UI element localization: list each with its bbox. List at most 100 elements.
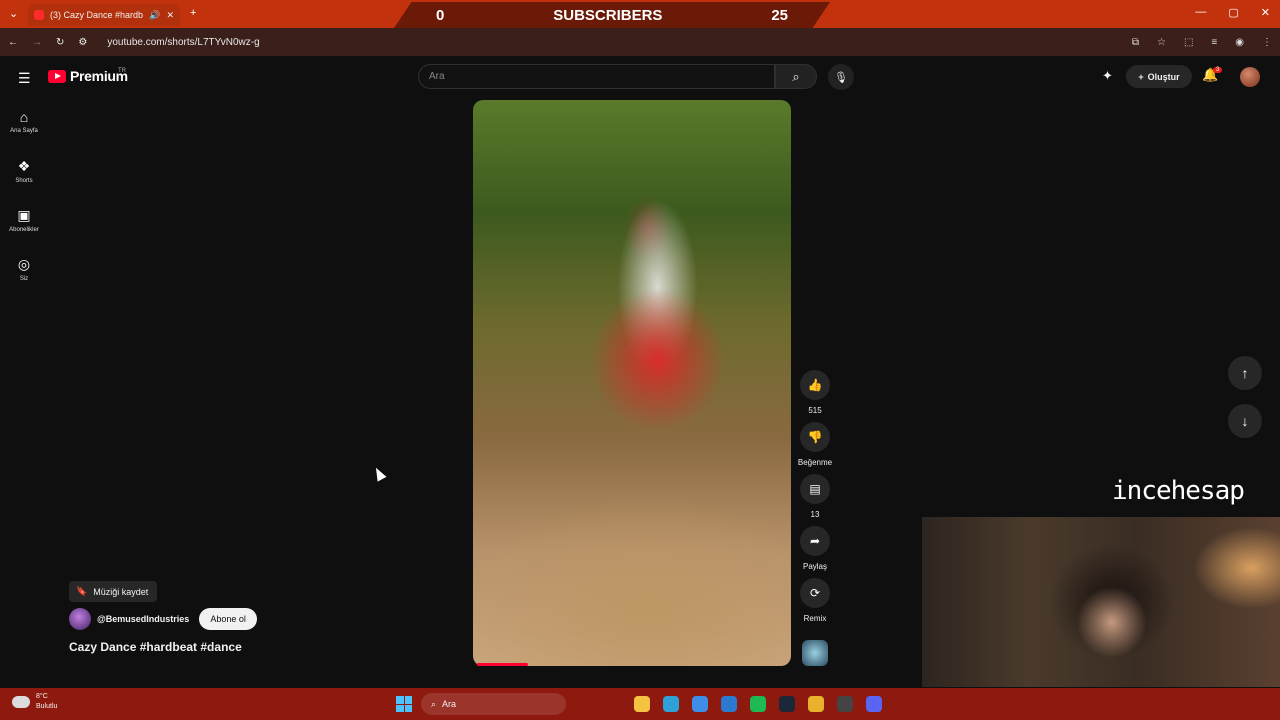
cloud-icon (12, 696, 30, 708)
sidebar-item-label: Siz (19, 276, 29, 282)
store-icon[interactable] (692, 696, 708, 712)
video-title: Cazy Dance #hardbeat #dance (69, 640, 242, 654)
youtube-premium-logo[interactable]: Premium (48, 68, 128, 84)
sidebar-item-subscriptions[interactable]: ▣ Abonelikler (0, 207, 48, 233)
webcam-overlay (922, 517, 1280, 687)
remix-action[interactable]: ⟳ Remix (798, 578, 832, 623)
tab-search-icon[interactable]: ⌄ (9, 7, 18, 20)
new-tab-icon[interactable]: + (190, 7, 196, 19)
like-action[interactable]: 👍 515 (798, 370, 832, 415)
address-bar: ← → ↻ ⚙ youtube.com/shorts/L7TYvN0wz-g ⧉… (0, 28, 1280, 56)
steam-icon[interactable] (779, 696, 795, 712)
sidebar-item-home[interactable]: ⌂ Ana Sayfa (0, 109, 48, 134)
url-field[interactable]: youtube.com/shorts/L7TYvN0wz-g (107, 37, 259, 48)
search-input[interactable]: Ara (418, 64, 775, 89)
minimize-icon[interactable]: — (1195, 6, 1206, 19)
channel-avatar[interactable] (69, 608, 91, 630)
arrow-up-icon: ↑ (1241, 365, 1249, 381)
file-explorer-icon[interactable] (634, 696, 650, 712)
share-icon: ➦ (809, 534, 821, 548)
obs-icon[interactable] (837, 696, 853, 712)
overlay-label: SUBSCRIBERS (553, 6, 663, 24)
create-button[interactable]: + Oluştur (1126, 65, 1192, 88)
share-label: Paylaş (802, 562, 827, 571)
sidebar-item-label: Ana Sayfa (10, 128, 38, 134)
sidebar-item-you[interactable]: ◎ Siz (0, 256, 48, 282)
dislike-label: Beğenme (797, 458, 833, 467)
overlay-right-count: 25 (771, 6, 788, 24)
forward-icon[interactable]: → (32, 37, 42, 48)
stream-watermark: incehesap (1112, 476, 1245, 506)
spotify-icon[interactable] (750, 696, 766, 712)
comment-count: 13 (810, 510, 820, 519)
windows-start-button[interactable] (396, 696, 412, 712)
discord-icon[interactable] (866, 696, 882, 712)
music-thumbnail[interactable] (802, 640, 828, 666)
search-button[interactable]: ⌕ (775, 64, 817, 89)
comment-icon: ▤ (809, 482, 821, 496)
chrome-icon[interactable] (808, 696, 824, 712)
subscriptions-icon: ▣ (17, 207, 31, 223)
mouse-cursor-icon (371, 465, 387, 482)
edge-icon[interactable] (663, 696, 679, 712)
extensions-icon[interactable]: ⬚ (1184, 37, 1193, 48)
subscribe-button[interactable]: Abone ol (199, 608, 257, 630)
reload-icon[interactable]: ↻ (56, 37, 64, 48)
install-icon[interactable]: ⧉ (1132, 37, 1139, 48)
shorts-video-player[interactable] (473, 100, 791, 666)
taskbar-search[interactable]: ⌕ Ara (421, 693, 566, 715)
weather-desc: Bulutlu (36, 703, 58, 710)
next-short-button[interactable]: ↓ (1228, 404, 1262, 438)
bookmark-star-icon[interactable]: ☆ (1157, 37, 1166, 48)
start-tile (396, 696, 404, 704)
subscriber-overlay: 0 SUBSCRIBERS 25 (394, 2, 830, 28)
comment-button[interactable]: ▤ (800, 474, 830, 504)
previous-short-button[interactable]: ↑ (1228, 356, 1262, 390)
profile-icon[interactable]: ◉ (1235, 37, 1244, 48)
search-icon: ⌕ (431, 698, 437, 709)
share-action[interactable]: ➦ Paylaş (798, 526, 832, 571)
channel-row: @BemusedIndustries Abone ol (69, 608, 257, 630)
weather-widget[interactable]: 8°C Bulutlu (12, 692, 57, 712)
account-avatar[interactable] (1240, 67, 1260, 87)
youtube-favicon-icon (34, 10, 44, 20)
browser-menu-icon[interactable]: ⋮ (1262, 37, 1272, 48)
you-icon: ◎ (17, 256, 31, 272)
dislike-button[interactable]: 👎 (800, 422, 830, 452)
sidebar-item-shorts[interactable]: ❖ Shorts (0, 158, 48, 184)
media-control-icon[interactable]: ≡ (1211, 37, 1217, 48)
start-tile (404, 696, 412, 704)
sidebar-item-label: Shorts (15, 178, 33, 184)
browser-tab[interactable]: (3) Cazy Dance #hardbeat # 🔊 ✕ (28, 4, 180, 26)
close-tab-icon[interactable]: ✕ (166, 10, 174, 21)
site-info-icon[interactable]: ⚙ (78, 37, 87, 48)
speaker-icon[interactable]: 🔊 (149, 10, 160, 21)
remix-icon: ⟳ (809, 586, 821, 600)
back-icon[interactable]: ← (8, 37, 18, 48)
app-icon[interactable] (721, 696, 737, 712)
overlay-left-count: 0 (436, 6, 445, 24)
arrow-down-icon: ↓ (1241, 413, 1249, 429)
remix-label: Remix (803, 614, 827, 623)
channel-name[interactable]: @BemusedIndustries (97, 614, 189, 624)
video-progress-bar[interactable] (477, 663, 528, 666)
bookmark-icon: 🔖 (76, 586, 88, 596)
shorts-icon: ❖ (17, 158, 31, 174)
cast-icon[interactable]: ✦ (1102, 68, 1113, 84)
sidebar-item-label: Abonelikler (9, 227, 39, 233)
save-music-button[interactable]: 🔖 Müziği kaydet (69, 581, 158, 602)
maximize-icon[interactable]: ▢ (1228, 6, 1238, 19)
window-controls: — ▢ ✕ (1195, 6, 1270, 19)
close-window-icon[interactable]: ✕ (1261, 6, 1270, 19)
like-button[interactable]: 👍 (800, 370, 830, 400)
logo-region: TR (118, 68, 126, 74)
search-icon: ⌕ (792, 68, 800, 84)
share-button[interactable]: ➦ (800, 526, 830, 556)
start-tile (396, 704, 404, 712)
voice-search-button[interactable]: 🎙 (828, 64, 854, 90)
plus-icon: + (1138, 71, 1144, 82)
dislike-action[interactable]: 👎 Beğenme (798, 422, 832, 467)
comment-action[interactable]: ▤ 13 (798, 474, 832, 519)
hamburger-menu-icon[interactable]: ☰ (18, 70, 31, 87)
remix-button[interactable]: ⟳ (800, 578, 830, 608)
